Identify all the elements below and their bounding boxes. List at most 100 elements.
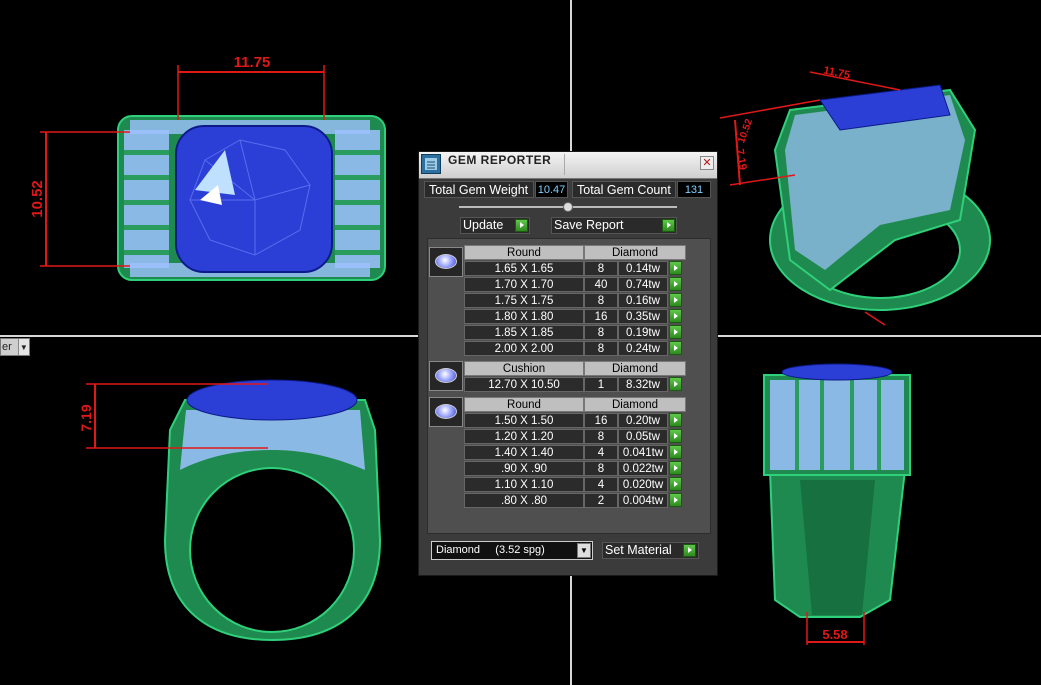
ring-perspective-view — [769, 84, 991, 311]
select-row-play-icon[interactable] — [669, 309, 682, 323]
update-button[interactable]: Update — [460, 217, 530, 234]
select-row-play-icon[interactable] — [669, 413, 682, 427]
gem-count: 8 — [584, 325, 618, 340]
gem-weight: 0.041tw — [618, 445, 668, 460]
group-material-header: Diamond — [584, 397, 686, 412]
dimension-label: 11.75 — [822, 64, 851, 81]
gem-count: 4 — [584, 445, 618, 460]
gem-weight: 0.74tw — [618, 277, 668, 292]
select-row-play-icon[interactable] — [669, 477, 682, 491]
dimension-label: 7.19 — [733, 148, 749, 171]
dimension-top-height: 10.52 — [29, 131, 130, 267]
cushion-gem-icon[interactable] — [429, 361, 463, 391]
gem-reporter-panel: GEM REPORTER ✕ Total Gem Weight 10.47 To… — [418, 151, 718, 576]
close-icon[interactable]: ✕ — [700, 156, 714, 170]
select-row-play-icon[interactable] — [669, 325, 682, 339]
gem-weight: 0.16tw — [618, 293, 668, 308]
save-report-button-label: Save Report — [554, 218, 624, 232]
viewport-label-dropdown[interactable]: er ▼ — [0, 338, 30, 356]
select-row-play-icon[interactable] — [669, 341, 682, 355]
gem-weight: 0.19tw — [618, 325, 668, 340]
dimension-label: 7.19 — [78, 404, 94, 431]
round-gem-icon[interactable] — [429, 397, 463, 427]
total-gem-weight-label: Total Gem Weight — [424, 181, 534, 198]
chevron-down-icon[interactable]: ▼ — [577, 543, 591, 558]
material-select-value: Diamond (3.52 spg) — [436, 544, 545, 556]
total-gem-count-label: Total Gem Count — [572, 181, 676, 198]
gem-size: .80 X .80 — [464, 493, 584, 508]
gem-size: 1.80 X 1.80 — [464, 309, 584, 324]
dimension-label: 10.52 — [29, 180, 46, 218]
gem-weight: 0.004tw — [618, 493, 668, 508]
set-material-button[interactable]: Set Material — [602, 542, 699, 559]
gem-count: 8 — [584, 429, 618, 444]
gem-size: 1.85 X 1.85 — [464, 325, 584, 340]
gem-size: 1.40 X 1.40 — [464, 445, 584, 460]
gem-weight: 0.24tw — [618, 341, 668, 356]
gem-size: 1.65 X 1.65 — [464, 261, 584, 276]
group-shape-header: Round — [464, 397, 584, 412]
material-select[interactable]: Diamond (3.52 spg) ▼ — [431, 541, 593, 560]
gem-weight: 8.32tw — [618, 377, 668, 392]
group-material-header: Diamond — [584, 245, 686, 260]
ring-front-view — [763, 363, 911, 618]
select-row-play-icon[interactable] — [669, 461, 682, 475]
gem-count: 8 — [584, 341, 618, 356]
gem-size: 1.10 X 1.10 — [464, 477, 584, 492]
panel-title: GEM REPORTER — [448, 153, 552, 167]
group-shape-header: Round — [464, 245, 584, 260]
splitter-handle[interactable] — [563, 202, 573, 212]
gem-size: 1.50 X 1.50 — [464, 413, 584, 428]
gem-list: Round Diamond 1.65 X 1.65 8 0.14tw 1.70 … — [427, 238, 711, 534]
gem-weight: 0.35tw — [618, 309, 668, 324]
gem-weight: 0.020tw — [618, 477, 668, 492]
dimension-label: 11.75 — [234, 54, 271, 71]
gem-size: 1.70 X 1.70 — [464, 277, 584, 292]
gem-count: 16 — [584, 413, 618, 428]
select-row-play-icon[interactable] — [669, 261, 682, 275]
set-material-button-label: Set Material — [605, 543, 672, 557]
gem-count: 4 — [584, 477, 618, 492]
dimension-label: 10.52 — [736, 117, 755, 145]
select-row-play-icon[interactable] — [669, 277, 682, 291]
gem-weight: 0.14tw — [618, 261, 668, 276]
select-row-play-icon[interactable] — [669, 493, 682, 507]
gem-size: 1.75 X 1.75 — [464, 293, 584, 308]
update-button-label: Update — [463, 218, 504, 232]
gem-weight: 0.022tw — [618, 461, 668, 476]
gem-count: 8 — [584, 261, 618, 276]
viewport-label-text: er — [2, 341, 12, 353]
gem-count: 1 — [584, 377, 618, 392]
dimension-top-width: 11.75 — [177, 54, 325, 120]
select-row-play-icon[interactable] — [669, 293, 682, 307]
gem-reporter-icon — [421, 154, 441, 174]
dimension-label: 5.58 — [822, 627, 847, 642]
save-report-button[interactable]: Save Report — [551, 217, 677, 234]
select-row-play-icon[interactable] — [669, 377, 682, 391]
group-shape-header: Cushion — [464, 361, 584, 376]
play-icon — [515, 219, 528, 232]
round-gem-icon[interactable] — [429, 247, 463, 277]
gem-count: 40 — [584, 277, 618, 292]
gem-size: 12.70 X 10.50 — [464, 377, 584, 392]
gem-count: 16 — [584, 309, 618, 324]
gem-weight: 0.05tw — [618, 429, 668, 444]
gem-weight: 0.20tw — [618, 413, 668, 428]
play-icon — [683, 544, 696, 557]
panel-titlebar[interactable]: GEM REPORTER ✕ — [419, 152, 717, 179]
gem-size: 2.00 X 2.00 — [464, 341, 584, 356]
select-row-play-icon[interactable] — [669, 445, 682, 459]
gem-count: 8 — [584, 293, 618, 308]
group-material-header: Diamond — [584, 361, 686, 376]
total-gem-weight-value: 10.47 — [535, 181, 568, 198]
gem-count: 8 — [584, 461, 618, 476]
ring-side-view — [163, 379, 382, 642]
chevron-down-icon[interactable]: ▼ — [17, 339, 29, 355]
gem-size: .90 X .90 — [464, 461, 584, 476]
total-gem-count-value: 131 — [677, 181, 711, 198]
select-row-play-icon[interactable] — [669, 429, 682, 443]
titlebar-divider — [564, 154, 565, 175]
gem-size: 1.20 X 1.20 — [464, 429, 584, 444]
gem-count: 2 — [584, 493, 618, 508]
play-icon — [662, 219, 675, 232]
